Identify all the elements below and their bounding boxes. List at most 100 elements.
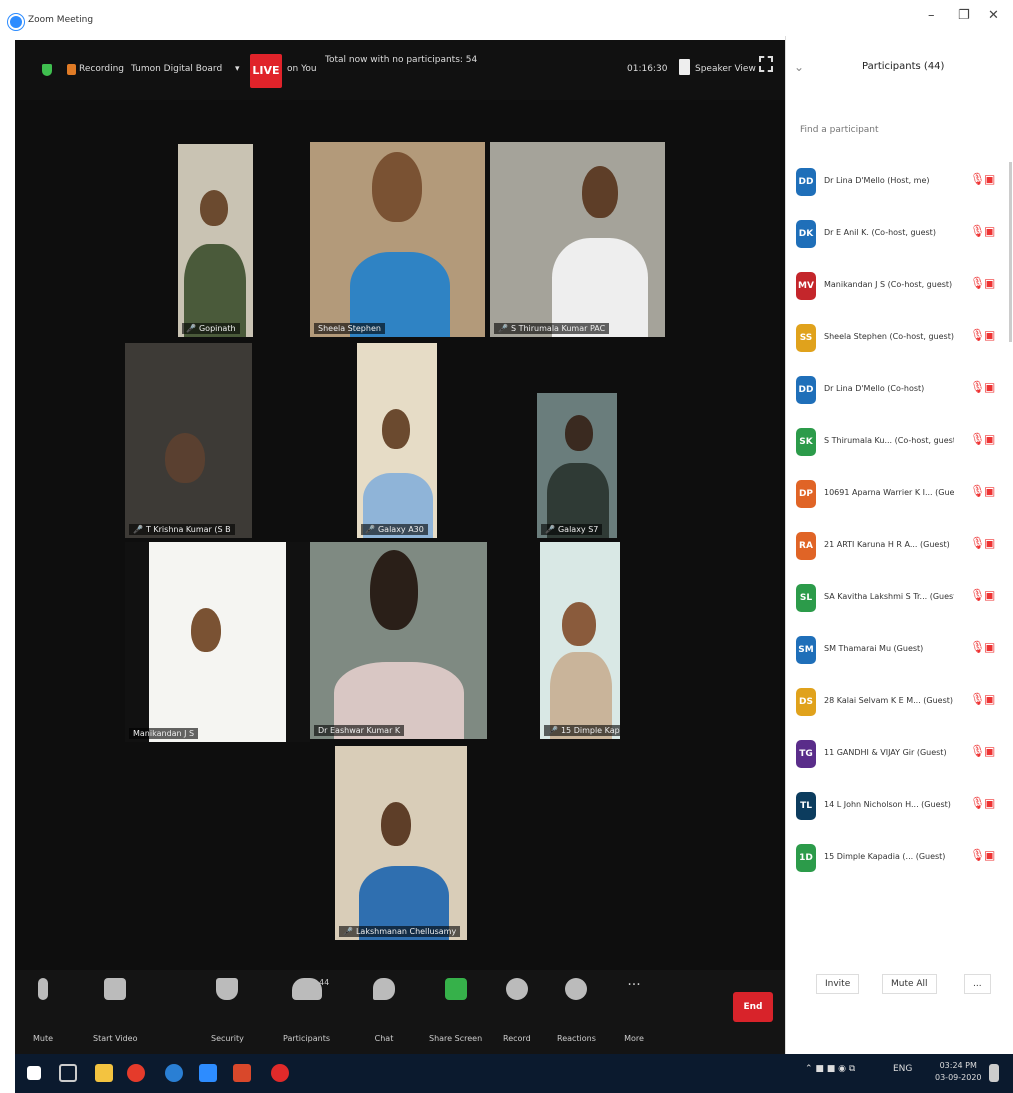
- participants-button[interactable]: Participants 44: [283, 978, 330, 1043]
- participant-row[interactable]: SL SA Kavitha Lakshmi S Tr... (Guest) 🎙 ▣: [786, 578, 1013, 618]
- file-explorer-icon[interactable]: [95, 1064, 113, 1082]
- chevron-down-icon[interactable]: ⌄: [794, 60, 804, 74]
- avatar: DD: [796, 168, 816, 196]
- notification-icon[interactable]: [989, 1064, 999, 1082]
- muted-mic-icon[interactable]: 🎙: [970, 744, 985, 758]
- more-button[interactable]: ··· More: [623, 978, 645, 1043]
- muted-mic-icon[interactable]: 🎙: [970, 640, 985, 654]
- muted-mic-icon[interactable]: 🎙: [970, 432, 985, 446]
- participant-row[interactable]: RA 21 ARTI Karuna H R A... (Guest) 🎙 ▣: [786, 526, 1013, 566]
- language-indicator[interactable]: ENG: [893, 1064, 912, 1074]
- recording-icon: [67, 64, 76, 75]
- invite-button[interactable]: Invite: [816, 974, 860, 994]
- muted-mic-icon[interactable]: 🎙: [970, 692, 985, 706]
- participant-row[interactable]: TL 14 L John Nicholson H... (Guest) 🎙 ▣: [786, 786, 1013, 826]
- video-off-icon[interactable]: ▣: [984, 588, 995, 602]
- chat-button[interactable]: Chat: [373, 978, 395, 1043]
- participant-row[interactable]: SK S Thirumala Ku... (Co-host, guest) 🎙 ▣: [786, 422, 1013, 462]
- muted-mic-icon[interactable]: 🎙: [970, 796, 985, 810]
- participant-row[interactable]: SS Sheela Stephen (Co-host, guest) 🎙 ▣: [786, 318, 1013, 358]
- microphone-icon: [38, 978, 49, 1000]
- participants-title: Participants (44): [862, 61, 945, 72]
- task-view-icon[interactable]: [59, 1064, 77, 1082]
- video-tile-active-speaker[interactable]: Manikandan J S: [125, 542, 310, 742]
- muted-mic-icon[interactable]: 🎙: [970, 380, 985, 394]
- end-meeting-button[interactable]: End: [733, 992, 773, 1022]
- participant-row[interactable]: DD Dr Lina D'Mello (Host, me) 🎙 ▣: [786, 162, 1013, 202]
- participant-row[interactable]: DD Dr Lina D'Mello (Co-host) 🎙 ▣: [786, 370, 1013, 410]
- record-button[interactable]: Record: [503, 978, 531, 1043]
- muted-mic-icon[interactable]: 🎙: [970, 588, 985, 602]
- record-icon: [505, 978, 528, 1000]
- mute-all-button[interactable]: Mute All: [882, 974, 937, 994]
- muted-mic-icon[interactable]: 🎙: [970, 536, 985, 550]
- muted-mic-icon[interactable]: 🎙: [970, 172, 985, 186]
- close-button[interactable]: ✕: [988, 8, 999, 23]
- minimize-button[interactable]: –: [928, 8, 935, 23]
- total-viewers-label[interactable]: Total now with no participants: 54: [325, 55, 477, 65]
- video-tile[interactable]: Sheela Stephen: [310, 142, 485, 337]
- video-off-icon[interactable]: ▣: [984, 224, 995, 238]
- video-off-icon[interactable]: ▣: [984, 640, 995, 654]
- muted-mic-icon[interactable]: 🎙: [970, 224, 985, 238]
- video-off-icon[interactable]: ▣: [984, 536, 995, 550]
- more-options-button[interactable]: ...: [964, 974, 991, 994]
- video-off-icon[interactable]: ▣: [984, 796, 995, 810]
- windows-start-icon[interactable]: [27, 1066, 41, 1080]
- system-tray-icons[interactable]: ⌃ ■ ■ ◉ ⧉: [805, 1064, 855, 1074]
- tile-name: 🎤 S Thirumala Kumar PAC: [494, 323, 610, 334]
- powerpoint-icon[interactable]: [233, 1064, 251, 1082]
- video-camera-icon: [104, 978, 127, 1000]
- reactions-button[interactable]: Reactions: [557, 978, 596, 1043]
- team-label[interactable]: Tumon Digital Board: [131, 64, 222, 74]
- video-tile[interactable]: Dr Eashwar Kumar K: [310, 542, 487, 739]
- zoom-taskbar-icon[interactable]: [199, 1064, 217, 1082]
- video-off-icon[interactable]: ▣: [984, 432, 995, 446]
- security-button[interactable]: Security: [211, 978, 244, 1043]
- tile-name: 🎤15 Dimple Kapadia: [544, 725, 620, 736]
- video-tile[interactable]: 🎤 S Thirumala Kumar PAC: [490, 142, 665, 337]
- participant-row[interactable]: TG 11 GANDHI & VIJAY Gir (Guest) 🎙 ▣: [786, 734, 1013, 774]
- video-off-icon[interactable]: ▣: [984, 172, 995, 186]
- ellipsis-icon: ···: [627, 977, 641, 993]
- video-tile[interactable]: 🎤 Galaxy S7: [537, 393, 617, 538]
- video-tile[interactable]: 🎤 Lakshmanan Chellusamy: [335, 746, 467, 940]
- recording-label[interactable]: Recording: [79, 64, 124, 74]
- fullscreen-icon[interactable]: [759, 56, 773, 72]
- video-tile[interactable]: 🎤 Galaxy A30: [357, 343, 437, 538]
- participant-row[interactable]: 1D 15 Dimple Kapadia (... (Guest) 🎙 ▣: [786, 838, 1013, 878]
- mute-button[interactable]: Mute: [33, 978, 53, 1043]
- muted-mic-icon[interactable]: 🎙: [970, 328, 985, 342]
- video-tile[interactable]: 🎤15 Dimple Kapadia: [540, 542, 620, 739]
- participant-search-input[interactable]: [800, 118, 1000, 142]
- participant-row[interactable]: SM SM Thamarai Mu (Guest) 🎙 ▣: [786, 630, 1013, 670]
- video-off-icon[interactable]: ▣: [984, 276, 995, 290]
- speaker-view-button[interactable]: Speaker View: [695, 64, 756, 74]
- participant-row[interactable]: DP 10691 Aparna Warrier K I... (Guest) 🎙 ▣: [786, 474, 1013, 514]
- start-video-button[interactable]: Start Video: [93, 978, 138, 1043]
- opera-icon[interactable]: [271, 1064, 289, 1082]
- muted-mic-icon[interactable]: 🎙: [970, 276, 985, 290]
- video-off-icon[interactable]: ▣: [984, 692, 995, 706]
- muted-mic-icon[interactable]: 🎙: [970, 848, 985, 862]
- maximize-button[interactable]: ❐: [958, 8, 970, 23]
- participant-row[interactable]: DK Dr E Anil K. (Co-host, guest) 🎙 ▣: [786, 214, 1013, 254]
- video-off-icon[interactable]: ▣: [984, 744, 995, 758]
- participant-row[interactable]: DS 28 Kalai Selvam K E M... (Guest) 🎙 ▣: [786, 682, 1013, 722]
- video-off-icon[interactable]: ▣: [984, 380, 995, 394]
- share-screen-button[interactable]: Share Screen: [429, 978, 482, 1043]
- taskbar-clock[interactable]: 03:24 PM 03-09-2020: [935, 1060, 982, 1084]
- chevron-down-icon[interactable]: ▾: [235, 64, 240, 74]
- video-tile[interactable]: 🎤 Gopinath: [178, 144, 253, 337]
- edge-icon[interactable]: [165, 1064, 183, 1082]
- speaker-view-icon[interactable]: [679, 59, 690, 75]
- video-off-icon[interactable]: ▣: [984, 328, 995, 342]
- video-off-icon[interactable]: ▣: [984, 484, 995, 498]
- muted-mic-icon[interactable]: 🎙: [970, 484, 985, 498]
- participant-name: SM Thamarai Mu (Guest): [824, 644, 924, 653]
- chrome-icon[interactable]: [127, 1064, 145, 1082]
- live-badge[interactable]: LIVE: [250, 54, 282, 88]
- video-tile[interactable]: 🎤 T Krishna Kumar (S B: [125, 343, 252, 538]
- participant-row[interactable]: MV Manikandan J S (Co-host, guest) 🎙 ▣: [786, 266, 1013, 306]
- video-off-icon[interactable]: ▣: [984, 848, 995, 862]
